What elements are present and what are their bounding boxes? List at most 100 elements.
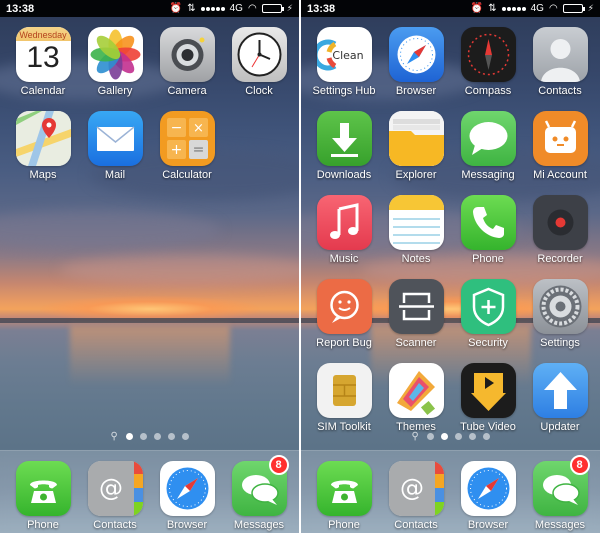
dock-app-phone[interactable]: Phone (308, 461, 380, 531)
app-label: Explorer (395, 169, 437, 181)
dock-app-browser[interactable]: Browser (452, 461, 524, 531)
app-camera[interactable]: Camera (151, 27, 223, 97)
updater-icon (532, 363, 588, 418)
dock-app-contacts[interactable]: @ Contacts (79, 461, 151, 531)
app-clock[interactable]: Clock (223, 27, 295, 97)
app-label: Messages (233, 519, 285, 531)
page-dot[interactable] (482, 433, 490, 440)
page-dot[interactable] (167, 433, 175, 440)
calendar-day-name: Wednesday (19, 30, 67, 40)
settings-icon (532, 279, 588, 334)
signal-icon (501, 6, 526, 11)
app-browser[interactable]: Browser (380, 27, 452, 97)
page-dot[interactable] (426, 433, 434, 440)
svg-text:@: @ (99, 474, 123, 502)
app-label: Camera (167, 85, 207, 97)
dock-app-messages[interactable]: 8 Messages (223, 455, 295, 531)
dock: Phone @ Contacts Browser 8 Messages (301, 450, 600, 533)
app-label: Contacts (394, 519, 438, 531)
app-label: Mail (104, 169, 126, 181)
page-dot[interactable] (153, 433, 161, 440)
app-label: SIM Toolkit (317, 421, 371, 433)
alarm-icon: ⏰ (470, 3, 484, 14)
app-compass[interactable]: Compass (452, 27, 524, 97)
app-label: Report Bug (316, 337, 372, 349)
app-gallery[interactable]: Gallery (79, 27, 151, 97)
search-icon[interactable]: ⚲ (111, 432, 119, 442)
app-mi-account[interactable]: Mi Account (524, 111, 596, 181)
app-label: Compass (464, 85, 512, 97)
data-transfer-icon: ⇅ (488, 3, 497, 14)
app-label: Phone (328, 519, 360, 531)
app-sim-toolkit[interactable]: SIM Toolkit (308, 363, 380, 433)
app-label: Recorder (537, 253, 583, 265)
app-mail[interactable]: Mail (79, 111, 151, 181)
app-contacts[interactable]: Contacts (524, 27, 596, 97)
dock-app-phone[interactable]: Phone (7, 461, 79, 531)
gallery-icon (87, 27, 143, 82)
calculator-icon: − × + = (159, 111, 215, 166)
clean-logo-text: Clean (332, 49, 363, 62)
page-dot[interactable] (454, 433, 462, 440)
charging-icon: ⚡ (286, 3, 293, 13)
app-label: Updater (540, 421, 580, 433)
app-label: Settings Hub (312, 85, 376, 97)
svg-text:−: − (170, 120, 182, 136)
app-tube-video[interactable]: Tube Video (452, 363, 524, 433)
app-label: Phone (472, 253, 504, 265)
clock-icon (231, 27, 287, 82)
app-label: Calculator (162, 169, 212, 181)
app-label: Contacts (93, 519, 137, 531)
page-dot[interactable] (139, 433, 147, 440)
app-settings[interactable]: Settings (524, 279, 596, 349)
app-notes[interactable]: Notes (380, 195, 452, 265)
page-indicator[interactable]: ⚲ (0, 432, 299, 442)
page-indicator[interactable]: ⚲ (301, 432, 600, 442)
app-explorer[interactable]: Explorer (380, 111, 452, 181)
app-maps[interactable]: Maps (7, 111, 79, 181)
dock-app-contacts[interactable]: @ Contacts (380, 461, 452, 531)
report-bug-icon (316, 279, 372, 334)
app-music[interactable]: Music (308, 195, 380, 265)
contacts-book-icon: @ (87, 461, 143, 516)
data-transfer-icon: ⇅ (187, 3, 196, 14)
status-time: 13:38 (6, 2, 35, 15)
app-label: Browser (395, 85, 437, 97)
dock-app-browser[interactable]: Browser (151, 461, 223, 531)
app-recorder[interactable]: Recorder (524, 195, 596, 265)
status-bar: 13:38 ⏰ ⇅ 4G ◠ ⚡ (301, 0, 600, 17)
music-icon (316, 195, 372, 250)
phone-icon (15, 461, 71, 516)
page-dot[interactable] (181, 433, 189, 440)
search-icon[interactable]: ⚲ (412, 432, 420, 442)
browser-icon (460, 461, 516, 516)
app-updater[interactable]: Updater (524, 363, 596, 433)
app-label: Settings (540, 337, 580, 349)
dock-app-messages[interactable]: 8 Messages (524, 455, 596, 531)
calendar-day-number: 13 (26, 41, 60, 74)
page-dot[interactable] (468, 433, 476, 440)
messaging-icon (460, 111, 516, 166)
app-security[interactable]: Security (452, 279, 524, 349)
app-messaging[interactable]: Messaging (452, 111, 524, 181)
app-report-bug[interactable]: Report Bug (308, 279, 380, 349)
wifi-icon: ◠ (247, 3, 257, 14)
page-dot[interactable] (440, 433, 448, 440)
svg-text:=: = (192, 142, 204, 158)
app-label: Gallery (97, 85, 133, 97)
app-themes[interactable]: Themes (380, 363, 452, 433)
app-calculator[interactable]: − × + = Calculator (151, 111, 223, 181)
sim-toolkit-icon (316, 363, 372, 418)
app-phone[interactable]: Phone (452, 195, 524, 265)
mail-icon (87, 111, 143, 166)
app-settings-hub[interactable]: Clean Settings Hub (308, 27, 380, 97)
app-label: Messaging (461, 169, 515, 181)
app-calendar[interactable]: Wednesday 13 Calendar (7, 27, 79, 97)
app-downloads[interactable]: Downloads (308, 111, 380, 181)
app-label: Scanner (395, 337, 437, 349)
app-label: Tube Video (460, 421, 516, 433)
app-label: Security (468, 337, 508, 349)
app-scanner[interactable]: Scanner (380, 279, 452, 349)
recorder-icon (532, 195, 588, 250)
page-dot[interactable] (125, 433, 133, 440)
